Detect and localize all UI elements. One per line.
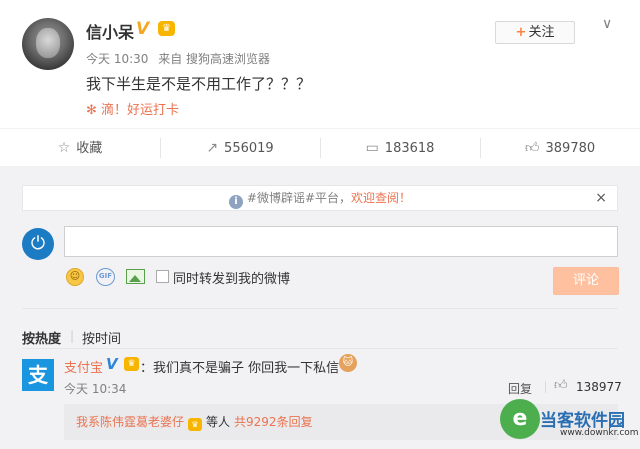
- plus-icon: +: [515, 25, 527, 40]
- post-text: 我下半生是不是不用工作了？？？: [86, 75, 312, 93]
- comment-time: 今天 10:34: [64, 382, 127, 396]
- vip-crown-icon: ♛: [158, 21, 175, 36]
- repost-button[interactable]: ↗ 556019: [160, 129, 320, 167]
- comment-username[interactable]: 支付宝: [64, 357, 103, 376]
- post-source: 来自 搜狗高速浏览器: [158, 52, 271, 66]
- info-icon: i: [228, 195, 243, 209]
- like-count: 389780: [545, 141, 596, 156]
- comment-button[interactable]: ▭ 183618: [320, 129, 480, 167]
- comment-count: 183618: [384, 141, 435, 156]
- weibo-post: 信小呆 V ♛ 今天 10:30 来自 搜狗高速浏览器 我下半生是不是不用工作了…: [0, 0, 640, 128]
- verified-badge-icon: V: [136, 19, 150, 39]
- checkin-link[interactable]: ✻ 滴！好运打卡: [86, 99, 179, 118]
- repost-checkbox-label[interactable]: 同时转发到我的微博: [173, 268, 290, 287]
- rumor-notice-banner[interactable]: i #微博辟谣#平台，欢迎查阅！ ×: [22, 185, 618, 211]
- watermark-url: www.downkr.com: [560, 428, 639, 438]
- favorite-button[interactable]: ☆ 收藏: [0, 129, 160, 167]
- comment-like-count: 138977: [576, 380, 622, 394]
- divider: [22, 348, 618, 349]
- sub-reply-user[interactable]: 我系陈伟霆葛老婆仔: [76, 415, 184, 429]
- favorite-label: 收藏: [76, 141, 103, 156]
- alipay-avatar[interactable]: 支: [22, 359, 54, 391]
- repost-icon: ↗: [206, 140, 219, 156]
- notice-prefix: #微博辟谣#平台，: [246, 191, 352, 205]
- comment-input[interactable]: [64, 226, 618, 257]
- star-icon: ☆: [57, 140, 71, 156]
- sub-reply-count[interactable]: 共9292条回复: [234, 415, 313, 429]
- verified-badge-icon: V: [106, 355, 118, 373]
- follow-button[interactable]: + 关注: [495, 21, 575, 44]
- thumbs-up-icon[interactable]: 👍︎: [554, 378, 568, 393]
- like-button[interactable]: 👍︎ 389780: [480, 129, 640, 167]
- thumbs-up-icon: 👍︎: [524, 140, 540, 156]
- vip-crown-icon: ♛: [124, 357, 139, 371]
- user-avatar[interactable]: [22, 18, 74, 70]
- repost-count: 556019: [224, 141, 274, 156]
- close-icon[interactable]: ×: [595, 186, 607, 210]
- post-time[interactable]: 今天 10:30: [86, 52, 148, 66]
- comment-icon: ▭: [365, 140, 379, 156]
- repost-checkbox[interactable]: [156, 270, 169, 283]
- divider: [545, 381, 546, 393]
- follow-label: 关注: [528, 25, 555, 40]
- sub-reply-etc: 等人: [206, 415, 231, 429]
- cat-emoji-icon: 🐱︎: [339, 354, 357, 372]
- image-icon[interactable]: [126, 269, 145, 284]
- post-username[interactable]: 信小呆: [86, 19, 134, 43]
- submit-comment-button[interactable]: 评论: [553, 267, 619, 295]
- watermark-logo-icon: e: [500, 399, 540, 439]
- emoji-icon[interactable]: ☺: [66, 268, 84, 286]
- divider: [22, 308, 618, 309]
- chevron-down-icon[interactable]: ∨: [602, 16, 612, 32]
- sort-separator: |: [70, 329, 75, 343]
- gif-icon[interactable]: GIF: [96, 268, 115, 286]
- post-meta: 今天 10:30 来自 搜狗高速浏览器: [86, 50, 276, 67]
- notice-highlight: 欢迎查阅！: [351, 191, 412, 205]
- vip-crown-icon: ♛: [188, 418, 203, 431]
- action-bar: ☆ 收藏 ↗ 556019 ▭ 183618 👍︎ 389780: [0, 128, 640, 166]
- reply-button[interactable]: 回复: [508, 380, 532, 397]
- comment-text: ：我们真不是骗子 你回我一下私信: [140, 361, 340, 376]
- sort-by-hot[interactable]: 按热度: [22, 328, 61, 347]
- power-icon: ⏻: [22, 228, 54, 260]
- sort-by-time[interactable]: 按时间: [82, 328, 121, 347]
